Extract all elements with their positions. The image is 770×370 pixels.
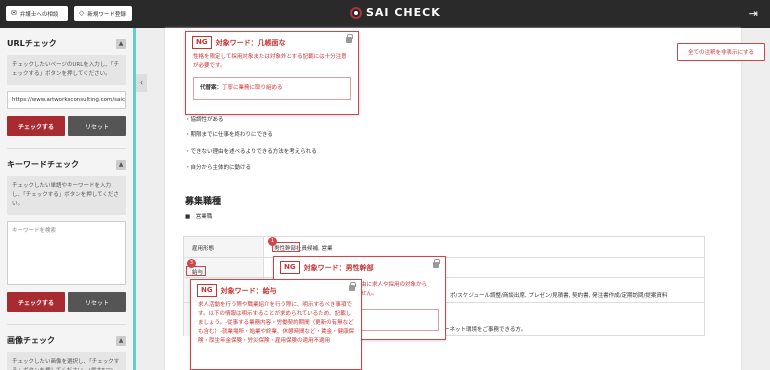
new-word-label: 新規ワード登録 <box>87 11 126 18</box>
lawyer-consult-label: 弁護士への相談 <box>19 11 59 18</box>
image-check-hint: チェックしたい画像を選択し、「チェックする」ボタンを押してください。(最大5つ) <box>7 352 126 370</box>
image-check-header: 画像チェック ▲ <box>0 335 133 346</box>
new-word-button[interactable]: ◇ 新規ワード登録 <box>74 6 132 21</box>
ng-badge: NG <box>280 261 300 274</box>
table-row <box>184 237 704 257</box>
table-cell-duties: ポ/スケジュール調整/商談出席, プレゼン/見積書, 契約書, 発注書作成/定期… <box>450 293 668 299</box>
alternative-text: 丁寧に業務に取り組める <box>222 85 283 91</box>
job-type-item: ■ 営業職 <box>185 214 213 220</box>
mail-icon: ✉ <box>11 9 17 17</box>
list-item: ・期限までに仕事を終わりにできる <box>185 132 273 138</box>
ng-description: 性格を限定して採用対象または対象外とする記載には十分注意が必要です。 <box>193 54 347 69</box>
keyword-check-header: キーワードチェック ▲ <box>0 159 133 170</box>
top-bar: ✉ 弁護士への相談 ◇ 新規ワード登録 SAI CHECK ⇥ <box>0 0 770 28</box>
keyword-check-hint: チェックしたい単語やキーワードを入力し、「チェックする」ボタンを押してください。 <box>7 176 126 215</box>
ng-word: 対象ワード：男性幹部 <box>303 263 374 272</box>
ng-description-fragment: 由に求人や採用の対象から <box>361 282 428 288</box>
url-check-button[interactable]: チェックする <box>7 116 65 136</box>
lawyer-consult-button[interactable]: ✉ 弁護士への相談 <box>6 6 68 21</box>
sidebar-toggle-icon[interactable]: ‹ <box>136 74 147 92</box>
alternative-box: 代替案：丁寧に業務に取り組める <box>193 77 351 100</box>
sidebar: URLチェック ▲ チェックしたいページのURLを入力し、「チェックする」ボタン… <box>0 28 136 370</box>
logo-mark-icon <box>350 6 362 19</box>
section-title: 募集職種 <box>185 197 222 207</box>
list-item: ・できない理由を述べるよりできる方法を考えられる <box>185 149 317 155</box>
ng-description: 求人活動を行う際や職業紹介を行う際に、明示するべき事項です。以下の情報は明示する… <box>198 302 354 344</box>
table-header-employment: 雇用形態 <box>192 246 215 252</box>
keyword-reset-button[interactable]: リセット <box>68 292 126 312</box>
list-item: ・協調性がある <box>185 117 224 123</box>
table-cell-requirements: ーネット環境をご事務できる方。 <box>444 327 527 333</box>
tag-icon: ◇ <box>79 9 85 17</box>
keyword-input[interactable]: キーワードを検索 <box>7 221 126 285</box>
collapse-icon[interactable]: ▲ <box>116 38 126 49</box>
ng-popup-salary: NG 対象ワード：給与 求人活動を行う際や職業紹介を行う際に、明示するべき事項で… <box>190 279 362 370</box>
divider <box>7 324 126 325</box>
image-check-title: 画像チェック <box>7 336 55 345</box>
ng-badge: NG <box>197 284 217 297</box>
keyword-check-title: キーワードチェック <box>7 160 79 169</box>
ng-word: 対象ワード：几帳面な <box>215 38 286 47</box>
logo-text: SAI CHECK <box>366 6 441 19</box>
annotation-number-badge[interactable]: 3 <box>187 259 196 268</box>
url-input[interactable]: https://www.artworksconsulting.com/saich… <box>7 91 126 109</box>
url-check-header: URLチェック ▲ <box>0 38 133 49</box>
list-item: ・自分から主体的に動ける <box>185 165 252 171</box>
url-check-title: URLチェック <box>7 39 57 48</box>
app-logo: SAI CHECK <box>350 6 441 19</box>
annotation-number-badge[interactable]: 1 <box>268 237 277 246</box>
lock-icon[interactable] <box>433 259 440 268</box>
hide-all-notes-button[interactable]: 全ての注釈を非表示にする <box>677 43 765 61</box>
collapse-icon[interactable]: ▲ <box>116 159 126 170</box>
ng-word: 対象ワード：給与 <box>220 286 277 295</box>
export-icon[interactable]: ⇥ <box>749 7 758 20</box>
divider <box>7 148 126 149</box>
url-reset-button[interactable]: リセット <box>68 116 126 136</box>
lock-icon[interactable] <box>349 282 356 291</box>
lock-icon[interactable] <box>346 34 353 43</box>
ng-badge: NG <box>192 36 212 49</box>
keyword-check-button[interactable]: チェックする <box>7 292 65 312</box>
alternative-label: 代替案： <box>200 85 223 91</box>
collapse-icon[interactable]: ▲ <box>116 335 126 346</box>
ng-popup-kichomen: NG 対象ワード：几帳面な 性格を限定して採用対象または対象外とする記載には十分… <box>185 31 359 115</box>
url-check-hint: チェックしたいページのURLを入力し、「チェックする」ボタンを押してください。 <box>7 55 126 85</box>
